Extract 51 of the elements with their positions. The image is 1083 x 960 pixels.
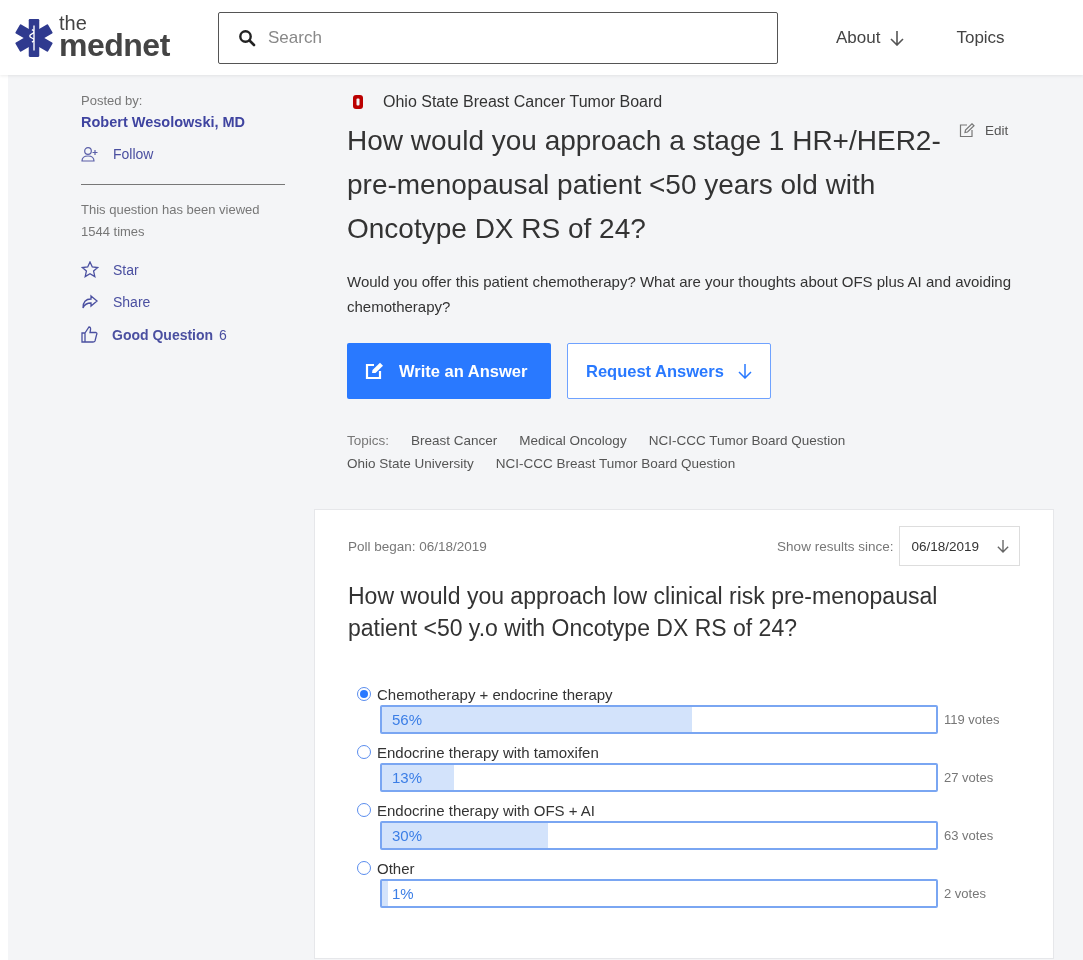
poll-option[interactable]: Endocrine therapy with OFS + AI [357,800,1020,820]
edit-link[interactable]: Edit [959,123,1009,138]
follow-link[interactable]: Follow [81,146,285,162]
add-user-icon [81,146,99,162]
percent-text: 1% [392,885,414,902]
logo-small-text: the [59,15,87,33]
arrow-down-icon [890,29,905,46]
thumbs-up-icon [81,326,98,343]
author-link[interactable]: Robert Wesolowski, MD [81,114,285,130]
action-link[interactable]: Good Question 6 [81,326,285,343]
request-answers-button[interactable]: Request Answers [567,343,771,399]
block-o-logo-icon [351,94,365,110]
posted-by-label: Posted by: [81,92,144,110]
nav-link[interactable]: Topics [956,27,1005,48]
arrow-down-icon [997,539,1009,553]
topic-link[interactable]: NCI-CCC Tumor Board Question [648,433,846,448]
show-results-label: Show results since: [777,538,894,554]
vote-count: 119 votes [944,712,1000,727]
topic-link[interactable]: Breast Cancer [411,433,498,448]
share-icon [81,294,99,310]
poll-question: How would you approach low clinical risk pre-menopausal patient <50 y.o with Oncotype DX RS of 24? [348,582,939,643]
poll-option[interactable]: Other [357,858,1020,878]
topics-label: Topics: [347,433,390,448]
vote-count: 27 votes [944,770,994,785]
edit-icon [959,123,975,138]
star-icon [81,261,99,278]
topic-link[interactable]: Medical Oncology [519,433,627,448]
percent-text: 56% [392,711,423,728]
tumor-board-name: Ohio State Breast Cancer Tumor Board [383,93,663,111]
search-field[interactable]: Search [218,11,778,64]
percent-text: 30% [392,827,423,844]
logo-text: mednet [59,32,170,60]
write-answer-button[interactable]: Write an Answer [347,343,551,399]
poll-start-date: Poll began: 06/18/2019 [348,538,487,554]
edit-icon [365,362,385,380]
action-link[interactable]: Share [81,294,285,310]
date-dropdown[interactable]: 06/18/2019 [899,526,1020,566]
nav-link[interactable]: About [836,27,905,48]
poll-option[interactable]: Chemotherapy + endocrine therapy [357,684,1020,704]
view-count-text: This question has been viewed 1544 times [81,201,261,241]
topic-link[interactable]: Ohio State University [347,456,474,471]
vote-count: 63 votes [944,828,994,843]
percent-text: 13% [392,769,423,786]
star-of-life-icon [13,16,55,59]
topic-link[interactable]: NCI-CCC Breast Tumor Board Question [495,456,736,471]
question-title: How would you approach a stage 1 HR+/HER2- pre-menopausal patient <50 years old with Oncotype DX RS of 24? [347,124,942,246]
action-link[interactable]: Star [81,261,285,278]
vote-count: 2 votes [944,886,986,901]
question-body: Would you offer this patient chemotherapy? What are your thoughts about OFS plus AI and avoiding chemotherapy? [347,272,1012,317]
arrow-down-icon [737,363,752,379]
poll-option[interactable]: Endocrine therapy with tamoxifen [357,742,1020,762]
